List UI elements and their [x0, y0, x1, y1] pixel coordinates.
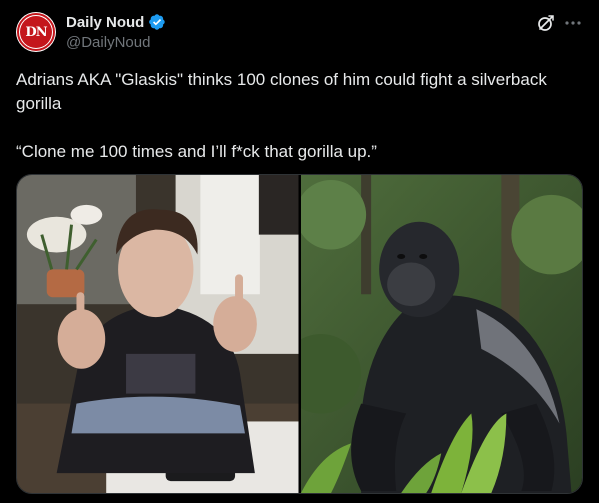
tweet-text-line-2: “Clone me 100 times and I’ll f*ck that g…	[16, 142, 377, 161]
avatar-logo-text: DN	[25, 24, 47, 40]
verified-badge-icon	[148, 13, 166, 31]
media-grid	[16, 174, 583, 494]
avatar[interactable]: DN	[16, 12, 56, 52]
avatar-logo: DN	[20, 16, 52, 48]
display-name[interactable]: Daily Noud	[66, 14, 144, 31]
person-photo[interactable]	[17, 175, 299, 493]
gorilla-photo[interactable]	[300, 175, 582, 493]
tweet-text-line-1: Adrians AKA "Glaskis" thinks 100 clones …	[16, 70, 547, 113]
tweet-text: Adrians AKA "Glaskis" thinks 100 clones …	[16, 68, 582, 164]
tweet-card[interactable]: DN Daily Noud @DailyNoud Adrians AKA "Gl…	[0, 0, 599, 503]
handle[interactable]: @DailyNoud	[66, 34, 150, 51]
author-name-row: Daily Noud	[66, 13, 166, 31]
more-options-icon[interactable]	[563, 13, 583, 33]
grok-icon[interactable]	[536, 13, 556, 33]
